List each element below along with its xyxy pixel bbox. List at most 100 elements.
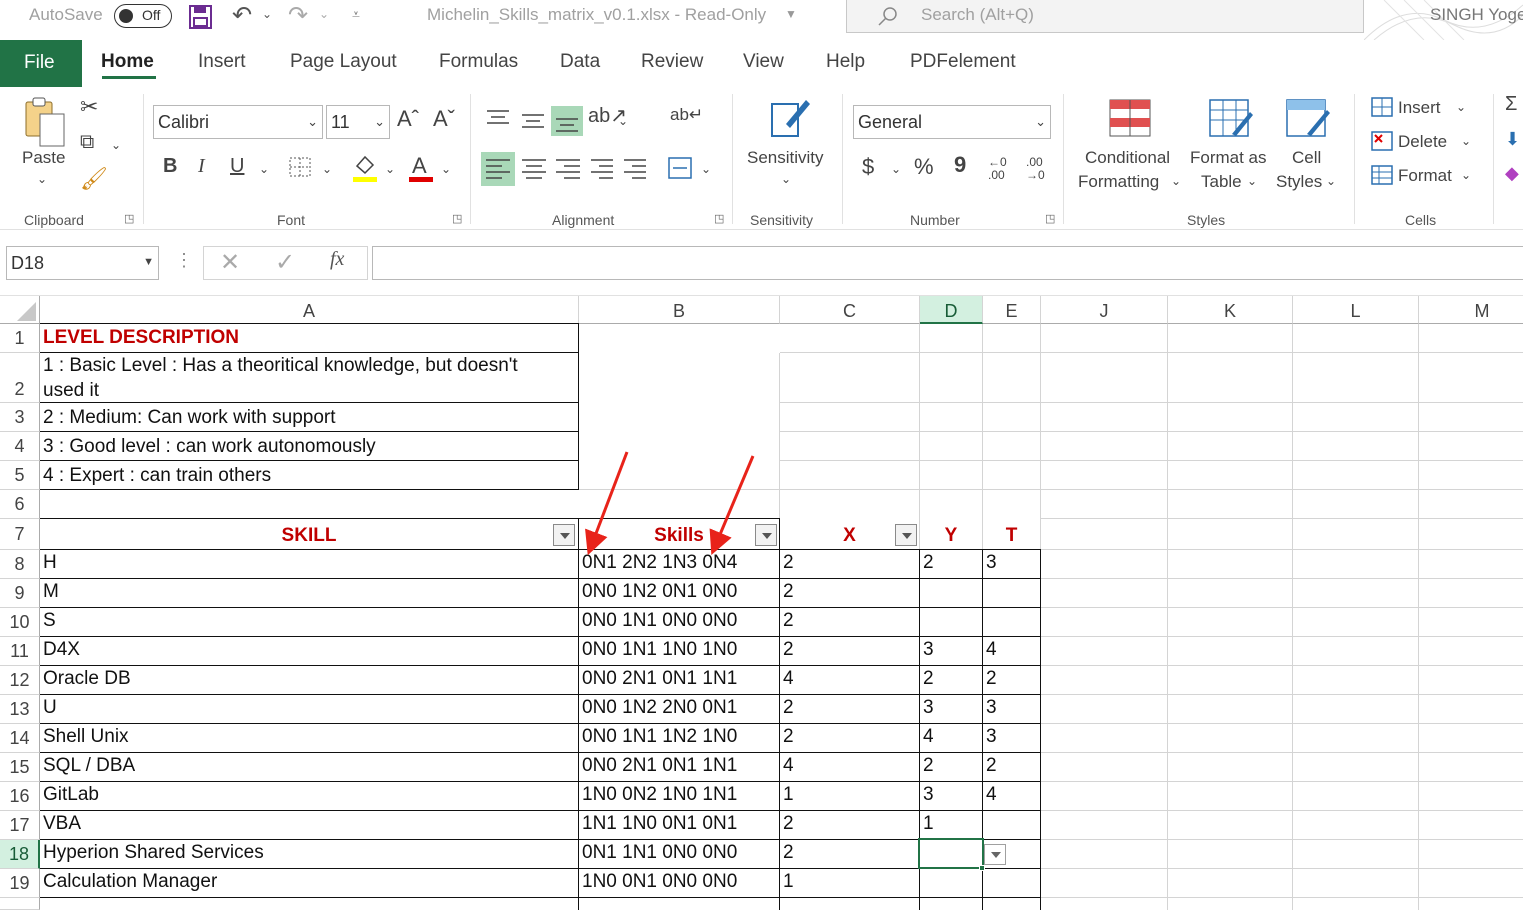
t-value-cell[interactable]: 3 (983, 726, 997, 748)
conditional-formatting-icon[interactable] (1108, 98, 1154, 140)
decrease-font-size-icon[interactable]: Aˇ (433, 108, 455, 130)
enter-icon[interactable]: ✓ (275, 248, 295, 277)
row-header-7[interactable]: 7 (0, 519, 40, 550)
delete-dropdown-icon[interactable]: ⌄ (1461, 134, 1471, 148)
skills-code-cell[interactable]: 1N0 0N2 1N0 1N1 (579, 784, 737, 806)
conditional-dropdown-icon[interactable]: ⌄ (1171, 174, 1181, 188)
t-value-cell[interactable]: 3 (983, 697, 997, 719)
x-filter-button[interactable] (895, 524, 917, 546)
insert-function-icon[interactable]: fx (330, 248, 344, 271)
underline-dropdown-icon[interactable]: ⌄ (259, 162, 269, 176)
table-label[interactable]: Table (1201, 172, 1242, 192)
tab-pdfelement[interactable]: PDFelement (910, 51, 1016, 73)
skill-cell[interactable]: GitLab (40, 784, 99, 806)
skill-cell[interactable]: VBA (40, 813, 81, 835)
currency-icon[interactable]: $ (862, 156, 874, 178)
tab-page-layout[interactable]: Page Layout (290, 51, 397, 73)
row-header-17[interactable]: 17 (0, 811, 40, 840)
decrease-decimal-icon[interactable]: .00 →0 (1026, 156, 1045, 182)
x-value-cell[interactable]: 1 (780, 784, 794, 806)
save-icon[interactable] (187, 4, 215, 30)
skill-cell[interactable]: Calculation Manager (40, 871, 217, 893)
more-options-icon[interactable]: ⋮ (175, 250, 193, 271)
format-table-dropdown-icon[interactable]: ⌄ (1247, 174, 1257, 188)
tab-home[interactable]: Home (101, 51, 154, 73)
delete-label[interactable]: Delete (1398, 132, 1447, 152)
redo-icon[interactable]: ↷ (288, 1, 308, 30)
skill-cell[interactable]: Oracle DB (40, 668, 131, 690)
cell-styles-dropdown-icon[interactable]: ⌄ (1326, 174, 1336, 188)
column-header-b[interactable]: B (579, 296, 780, 324)
orientation-dropdown-icon[interactable]: ⌄ (618, 114, 628, 128)
x-value-cell[interactable]: 2 (780, 610, 794, 632)
skills-code-cell[interactable]: 1N0 0N1 0N0 0N0 (579, 871, 737, 893)
number-format-box[interactable]: General ⌄ (853, 105, 1051, 139)
row-header-2[interactable]: 2 (0, 353, 40, 403)
cell-label[interactable]: Cell (1292, 148, 1321, 168)
t-value-cell[interactable]: 2 (983, 668, 997, 690)
level-2-description[interactable]: 2 : Medium: Can work with support (40, 407, 336, 429)
level-1-description-line2[interactable]: used it (40, 380, 99, 402)
skills-code-cell[interactable]: 0N0 1N1 1N0 1N0 (579, 639, 737, 661)
title-dropdown-icon[interactable]: ▼ (785, 7, 797, 21)
borders-icon[interactable] (288, 156, 312, 178)
formula-input[interactable] (372, 246, 1523, 280)
merge-center-icon[interactable] (667, 156, 693, 180)
row-header-14[interactable]: 14 (0, 724, 40, 753)
column-header-d[interactable]: D (920, 296, 983, 324)
y-value-cell[interactable]: 3 (920, 639, 934, 661)
column-header-m[interactable]: M (1419, 296, 1523, 324)
y-value-cell[interactable]: 3 (920, 784, 934, 806)
paste-dropdown-icon[interactable]: ⌄ (37, 172, 47, 186)
x-value-cell[interactable]: 2 (780, 813, 794, 835)
font-color-icon[interactable]: A (408, 152, 434, 184)
x-value-cell[interactable]: 2 (780, 842, 794, 864)
borders-dropdown-icon[interactable]: ⌄ (322, 162, 332, 176)
row-header-16[interactable]: 16 (0, 782, 40, 811)
percent-icon[interactable]: % (914, 156, 934, 178)
underline-icon[interactable]: U (230, 156, 244, 176)
skills-code-cell[interactable]: 0N0 1N1 0N0 0N0 (579, 610, 737, 632)
t-value-cell[interactable]: 4 (983, 784, 997, 806)
skills-code-cell[interactable]: 0N0 2N1 0N1 1N1 (579, 668, 737, 690)
merge-dropdown-icon[interactable]: ⌄ (701, 162, 711, 176)
clipboard-launcher-icon[interactable]: ◳ (124, 212, 134, 225)
column-header-c[interactable]: C (780, 296, 920, 324)
format-as-table-icon[interactable] (1208, 98, 1254, 140)
comma-style-icon[interactable]: 9 (954, 154, 966, 176)
format-as-label[interactable]: Format as (1190, 148, 1267, 168)
t-value-cell[interactable]: 2 (983, 755, 997, 777)
number-launcher-icon[interactable]: ◳ (1045, 212, 1055, 225)
x-value-cell[interactable]: 1 (780, 871, 794, 893)
y-value-cell[interactable]: 1 (920, 813, 934, 835)
cell-styles-label[interactable]: Styles (1276, 172, 1322, 192)
row-header-11[interactable]: 11 (0, 637, 40, 666)
x-value-cell[interactable]: 2 (780, 552, 794, 574)
paste-icon[interactable] (22, 96, 70, 150)
row-header-3[interactable]: 3 (0, 403, 40, 432)
skill-cell[interactable]: SQL / DBA (40, 755, 135, 777)
x-value-cell[interactable]: 2 (780, 726, 794, 748)
increase-font-size-icon[interactable]: Aˆ (397, 108, 419, 130)
x-value-cell[interactable]: 2 (780, 639, 794, 661)
y-column-header[interactable]: Y (920, 525, 982, 547)
x-value-cell[interactable]: 4 (780, 668, 794, 690)
copy-icon[interactable]: ⧉ (80, 132, 94, 152)
font-color-dropdown-icon[interactable]: ⌄ (441, 162, 451, 176)
undo-icon[interactable]: ↶ (232, 1, 252, 30)
sensitivity-label[interactable]: Sensitivity (747, 148, 824, 168)
y-value-cell[interactable]: 2 (920, 668, 934, 690)
active-cell-selection[interactable] (918, 838, 984, 869)
tab-data[interactable]: Data (560, 51, 600, 73)
skills-code-cell[interactable]: 0N0 1N2 2N0 0N1 (579, 697, 737, 719)
column-header-e[interactable]: E (983, 296, 1041, 324)
skill-cell[interactable]: Hyperion Shared Services (40, 842, 264, 864)
delete-cells-icon[interactable] (1370, 130, 1394, 152)
redo-dropdown-icon[interactable]: ⌄ (319, 7, 329, 21)
font-size-box[interactable]: 11 ⌄ (326, 105, 390, 139)
cut-icon[interactable]: ✂ (80, 96, 98, 118)
column-header-l[interactable]: L (1293, 296, 1419, 324)
validation-dropdown-button[interactable] (984, 844, 1006, 865)
level-description-title[interactable]: LEVEL DESCRIPTION (40, 327, 239, 349)
y-value-cell[interactable]: 2 (920, 552, 934, 574)
